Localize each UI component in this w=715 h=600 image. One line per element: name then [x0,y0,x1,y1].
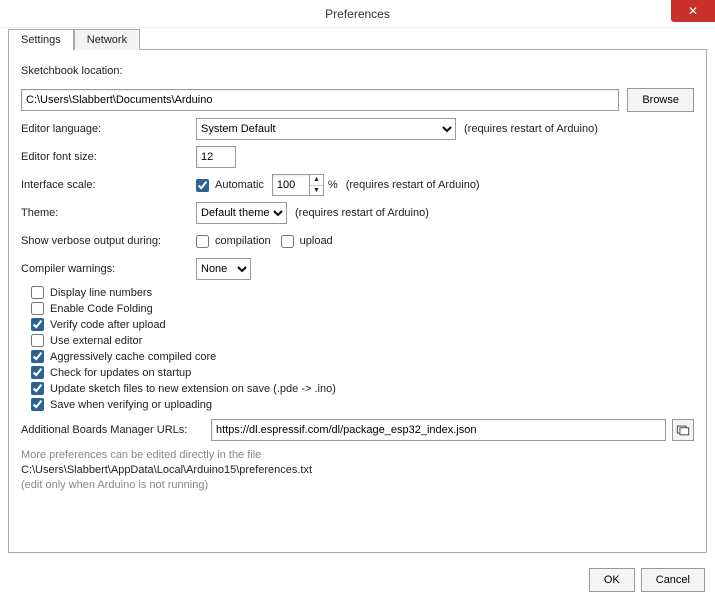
dialog-buttons: OK Cancel [589,568,705,592]
boards-url-label: Additional Boards Manager URLs: [21,424,211,436]
code-folding-checkbox[interactable]: Enable Code Folding [31,302,153,315]
cancel-button[interactable]: Cancel [641,568,705,592]
editor-font-size-label: Editor font size: [21,151,196,163]
sketchbook-location-label: Sketchbook location: [21,65,196,77]
scale-spinner[interactable]: ▲▼ [272,174,324,196]
browse-button[interactable]: Browse [627,88,694,112]
compilation-checkbox-label: compilation [215,235,271,247]
close-icon: ✕ [688,4,698,18]
save-on-verify-checkbox[interactable]: Save when verifying or uploading [31,398,212,411]
ok-button[interactable]: OK [589,568,635,592]
update-ext-checkbox[interactable]: Update sketch files to new extension on … [31,382,336,395]
titlebar: Preferences ✕ [0,0,715,28]
scale-input[interactable] [272,174,310,196]
verbose-label: Show verbose output during: [21,235,196,247]
window-title: Preferences [325,7,390,21]
external-editor-checkbox[interactable]: Use external editor [31,334,142,347]
boards-url-input[interactable] [211,419,666,441]
compiler-warnings-label: Compiler warnings: [21,263,196,275]
verify-after-upload-checkbox[interactable]: Verify code after upload [31,318,166,331]
upload-checkbox-input[interactable] [281,235,294,248]
editor-language-label: Editor language: [21,123,196,135]
editor-font-size-input[interactable] [196,146,236,168]
prefs-file-path: C:\Users\Slabbert\AppData\Local\Arduino1… [21,464,694,476]
scale-note: (requires restart of Arduino) [346,179,480,191]
display-line-numbers-checkbox[interactable]: Display line numbers [31,286,152,299]
upload-checkbox[interactable]: upload [281,235,333,248]
prefs-edit-warning: (edit only when Arduino is not running) [21,479,694,491]
theme-label: Theme: [21,207,196,219]
tab-settings[interactable]: Settings [8,29,74,50]
theme-select[interactable]: Default theme [196,202,287,224]
upload-checkbox-label: upload [300,235,333,247]
settings-panel: Sketchbook location: Browse Editor langu… [8,49,707,553]
tab-network[interactable]: Network [74,29,140,50]
compiler-warnings-select[interactable]: None [196,258,251,280]
compilation-checkbox[interactable]: compilation [196,235,271,248]
compilation-checkbox-input[interactable] [196,235,209,248]
tab-bar: Settings Network [0,28,715,49]
chevron-up-icon[interactable]: ▲ [310,175,323,186]
interface-scale-label: Interface scale: [21,179,196,191]
check-updates-checkbox[interactable]: Check for updates on startup [31,366,191,379]
editor-language-note: (requires restart of Arduino) [464,123,598,135]
close-button[interactable]: ✕ [671,0,715,22]
percent-label: % [328,179,338,191]
boards-url-open-button[interactable] [672,419,694,441]
automatic-checkbox[interactable]: Automatic [196,179,264,192]
cache-core-checkbox[interactable]: Aggressively cache compiled core [31,350,216,363]
scale-arrows[interactable]: ▲▼ [310,174,324,196]
more-prefs-note: More preferences can be edited directly … [21,449,694,461]
editor-language-select[interactable]: System Default [196,118,456,140]
automatic-checkbox-label: Automatic [215,179,264,191]
theme-note: (requires restart of Arduino) [295,207,429,219]
automatic-checkbox-input[interactable] [196,179,209,192]
chevron-down-icon[interactable]: ▼ [310,186,323,196]
window-icon [676,423,690,437]
sketchbook-location-input[interactable] [21,89,619,111]
